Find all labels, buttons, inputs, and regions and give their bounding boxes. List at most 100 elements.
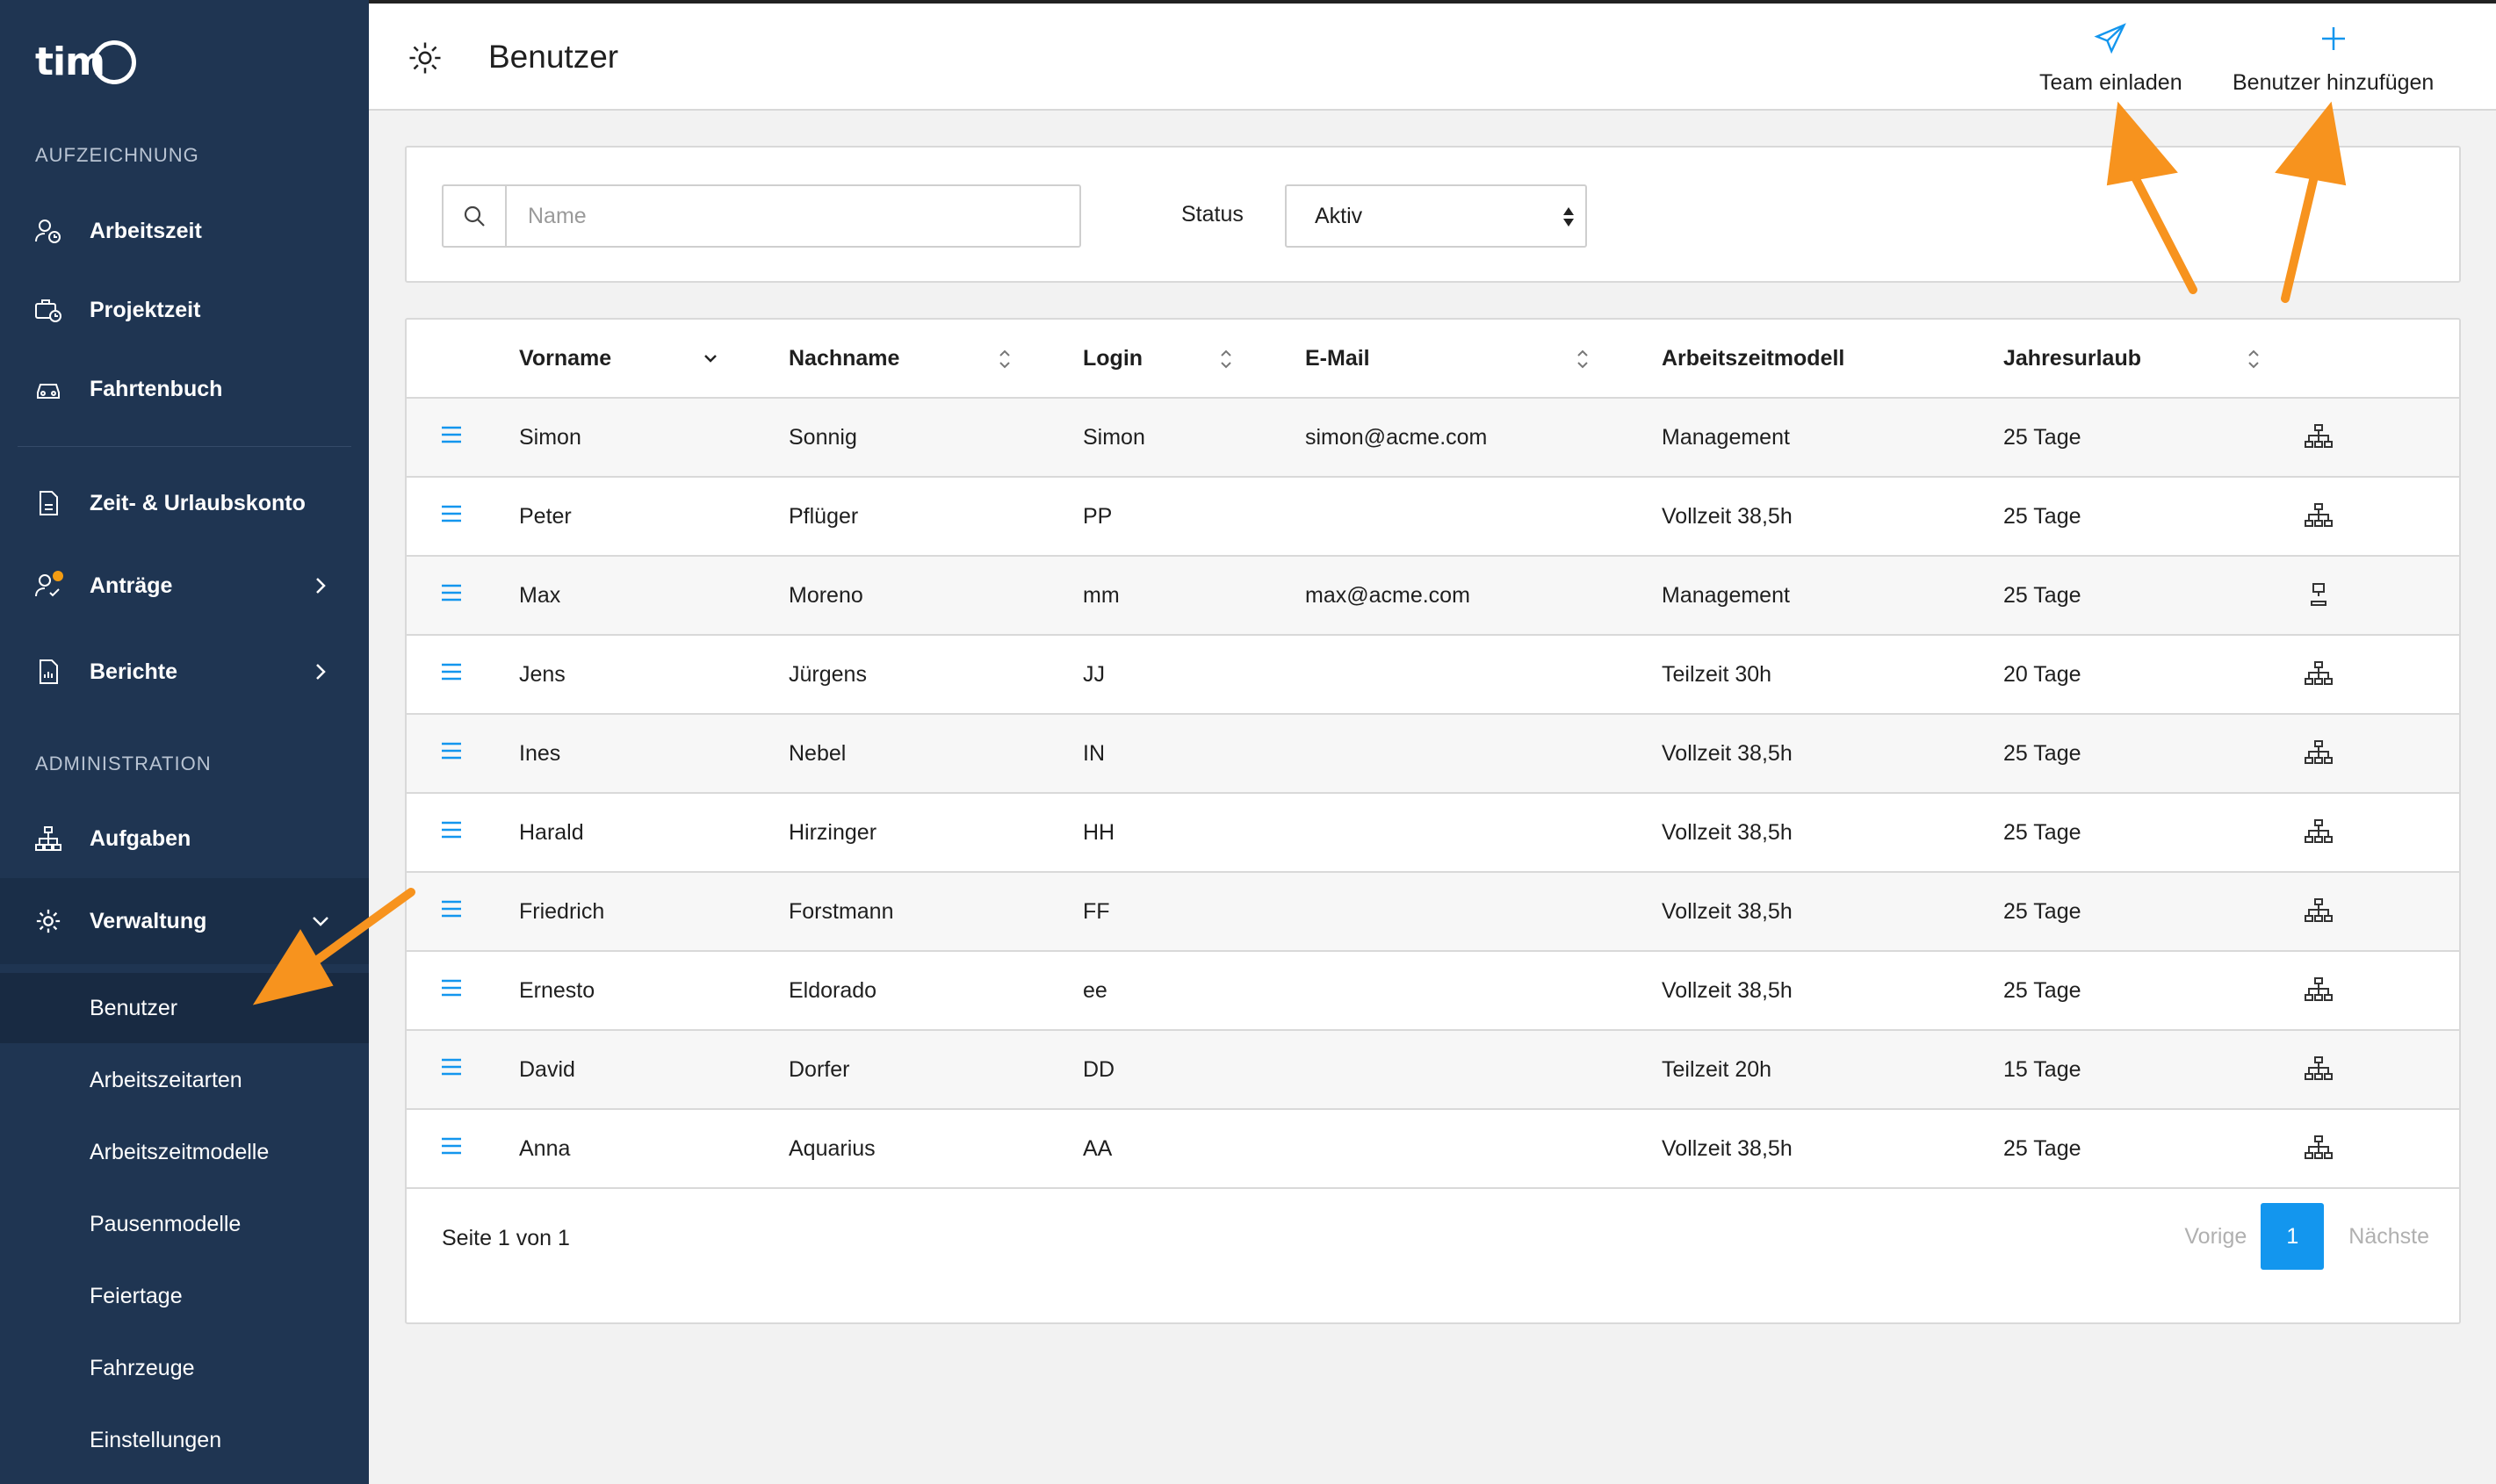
notification-dot <box>53 571 63 581</box>
cell-login: mm <box>1083 583 1120 608</box>
sidebar-item-aufgaben[interactable]: Aufgaben <box>0 799 369 878</box>
cell-nachname: Pflüger <box>789 504 859 529</box>
hierarchy-icon[interactable] <box>2304 976 2335 1006</box>
cell-arbeitszeitmodell: Vollzeit 38,5h <box>1662 820 1793 845</box>
drag-menu-icon[interactable] <box>440 1136 466 1163</box>
cell-nachname: Hirzinger <box>789 820 877 845</box>
drag-menu-icon[interactable] <box>440 978 466 1005</box>
sidebar-item-verwaltung[interactable]: Verwaltung <box>0 878 369 964</box>
hierarchy-icon[interactable] <box>2304 660 2335 690</box>
cell-nachname: Moreno <box>789 583 863 608</box>
sort-icon[interactable] <box>1572 346 1593 372</box>
table-row[interactable]: Friedrich Forstmann FF Vollzeit 38,5h 25… <box>407 873 2459 952</box>
table-row[interactable]: Max Moreno mm max@acme.com Management 25… <box>407 557 2459 636</box>
sidebar-subitem-fahrzeuge[interactable]: Fahrzeuge <box>0 1333 369 1403</box>
sidebar-item-label: Aufgaben <box>90 825 191 851</box>
cell-login: JJ <box>1083 662 1105 687</box>
column-header-nachname[interactable]: Nachname <box>789 346 899 371</box>
cell-login: AA <box>1083 1136 1113 1161</box>
status-select[interactable]: Aktiv <box>1285 184 1587 248</box>
sidebar-item-arbeitszeit[interactable]: Arbeitszeit <box>0 191 369 270</box>
column-header-jahresurlaub[interactable]: Jahresurlaub <box>2003 346 2141 371</box>
section-label-recording: AUFZEICHNUNG <box>35 144 199 166</box>
sidebar-item-label: Anträge <box>90 573 173 598</box>
sort-icon[interactable] <box>2243 346 2264 372</box>
drag-menu-icon[interactable] <box>440 504 466 530</box>
drag-menu-icon[interactable] <box>440 662 466 688</box>
cell-vorname: Simon <box>519 425 581 450</box>
sidebar-item-projektzeit[interactable]: Projektzeit <box>0 270 369 349</box>
drag-menu-icon[interactable] <box>440 899 466 926</box>
drag-menu-icon[interactable] <box>440 741 466 767</box>
name-search-input[interactable] <box>507 186 1079 246</box>
cell-login: FF <box>1083 899 1110 924</box>
drag-menu-icon[interactable] <box>440 820 466 846</box>
column-header-email[interactable]: E-Mail <box>1305 346 1370 371</box>
single-node-icon[interactable] <box>2304 581 2335 611</box>
table-row[interactable]: Anna Aquarius AA Vollzeit 38,5h 25 Tage <box>407 1110 2459 1189</box>
cell-arbeitszeitmodell: Vollzeit 38,5h <box>1662 978 1793 1003</box>
drag-menu-icon[interactable] <box>440 425 466 451</box>
sidebar-item-zeit-urlaubskonto[interactable]: Zeit- & Urlaubskonto <box>0 464 369 543</box>
sidebar-item-fahrtenbuch[interactable]: Fahrtenbuch <box>0 349 369 429</box>
cell-vorname: Peter <box>519 504 572 529</box>
hierarchy-icon[interactable] <box>2304 502 2335 532</box>
hierarchy-icon[interactable] <box>2304 423 2335 453</box>
sidebar-subitem-pausenmodelle[interactable]: Pausenmodelle <box>0 1189 369 1259</box>
hierarchy-icon[interactable] <box>2304 739 2335 769</box>
sidebar-item-antraege[interactable]: Anträge <box>0 546 369 625</box>
sort-icon[interactable] <box>994 346 1015 372</box>
page-1-button[interactable]: 1 <box>2261 1203 2325 1270</box>
cell-nachname: Aquarius <box>789 1136 876 1161</box>
table-row[interactable]: Jens Jürgens JJ Teilzeit 30h 20 Tage <box>407 636 2459 715</box>
column-header-login[interactable]: Login <box>1083 346 1143 371</box>
cell-vorname: Max <box>519 583 561 608</box>
column-header-vorname[interactable]: Vorname <box>519 346 611 371</box>
sort-icon[interactable] <box>1216 346 1237 372</box>
cell-vorname: Jens <box>519 662 566 687</box>
cell-nachname: Nebel <box>789 741 847 766</box>
cell-vorname: Friedrich <box>519 899 605 924</box>
users-table: Vorname Nachname Login E-Mail Arbeitszei… <box>405 318 2461 1324</box>
cell-vorname: Ines <box>519 741 561 766</box>
sidebar-subitem-benutzer[interactable]: Benutzer <box>0 973 369 1043</box>
table-row[interactable]: Simon Sonnig Simon simon@acme.com Manage… <box>407 399 2459 478</box>
prev-page-link[interactable]: Vorige <box>2184 1224 2247 1250</box>
hierarchy-icon[interactable] <box>2304 1135 2335 1164</box>
invite-team-label: Team einladen <box>2039 70 2182 95</box>
next-page-link[interactable]: Nächste <box>2348 1224 2429 1250</box>
hierarchy-icon[interactable] <box>2304 818 2335 848</box>
table-row[interactable]: David Dorfer DD Teilzeit 20h 15 Tage <box>407 1031 2459 1110</box>
hierarchy-icon[interactable] <box>2304 1055 2335 1085</box>
invite-team-button[interactable]: Team einladen <box>2039 21 2182 96</box>
sidebar-subitem-arbeitszeitmodelle[interactable]: Arbeitszeitmodelle <box>0 1117 369 1187</box>
table-row[interactable]: Ines Nebel IN Vollzeit 38,5h 25 Tage <box>407 715 2459 794</box>
drag-menu-icon[interactable] <box>440 583 466 609</box>
chevron-right-icon <box>307 659 334 685</box>
sidebar-subitem-feiertage[interactable]: Feiertage <box>0 1261 369 1331</box>
cell-arbeitszeitmodell: Vollzeit 38,5h <box>1662 504 1793 529</box>
cell-jahresurlaub: 20 Tage <box>2003 662 2081 687</box>
app-logo[interactable]: tim <box>35 39 136 84</box>
cell-jahresurlaub: 25 Tage <box>2003 504 2081 529</box>
select-arrows-icon <box>1561 204 1576 230</box>
table-row[interactable]: Harald Hirzinger HH Vollzeit 38,5h 25 Ta… <box>407 794 2459 873</box>
cell-arbeitszeitmodell: Management <box>1662 425 1790 450</box>
cell-email: max@acme.com <box>1305 583 1470 608</box>
table-row[interactable]: Ernesto Eldorado ee Vollzeit 38,5h 25 Ta… <box>407 952 2459 1031</box>
cell-arbeitszeitmodell: Vollzeit 38,5h <box>1662 1136 1793 1161</box>
cell-arbeitszeitmodell: Vollzeit 38,5h <box>1662 899 1793 924</box>
logo-ring-icon <box>91 40 136 84</box>
sidebar-subitem-einstellungen[interactable]: Einstellungen <box>0 1405 369 1475</box>
cell-vorname: Anna <box>519 1136 571 1161</box>
cell-nachname: Eldorado <box>789 978 877 1003</box>
sidebar-item-berichte[interactable]: Berichte <box>0 632 369 711</box>
drag-menu-icon[interactable] <box>440 1057 466 1084</box>
sidebar-subitem-arbeitszeitarten[interactable]: Arbeitszeitarten <box>0 1045 369 1115</box>
chevron-down-icon[interactable] <box>700 346 721 372</box>
cell-jahresurlaub: 25 Tage <box>2003 583 2081 608</box>
table-row[interactable]: Peter Pflüger PP Vollzeit 38,5h 25 Tage <box>407 478 2459 557</box>
hierarchy-icon[interactable] <box>2304 897 2335 927</box>
add-user-button[interactable]: Benutzer hinzufügen <box>2233 21 2434 96</box>
status-label: Status <box>1181 202 1244 227</box>
